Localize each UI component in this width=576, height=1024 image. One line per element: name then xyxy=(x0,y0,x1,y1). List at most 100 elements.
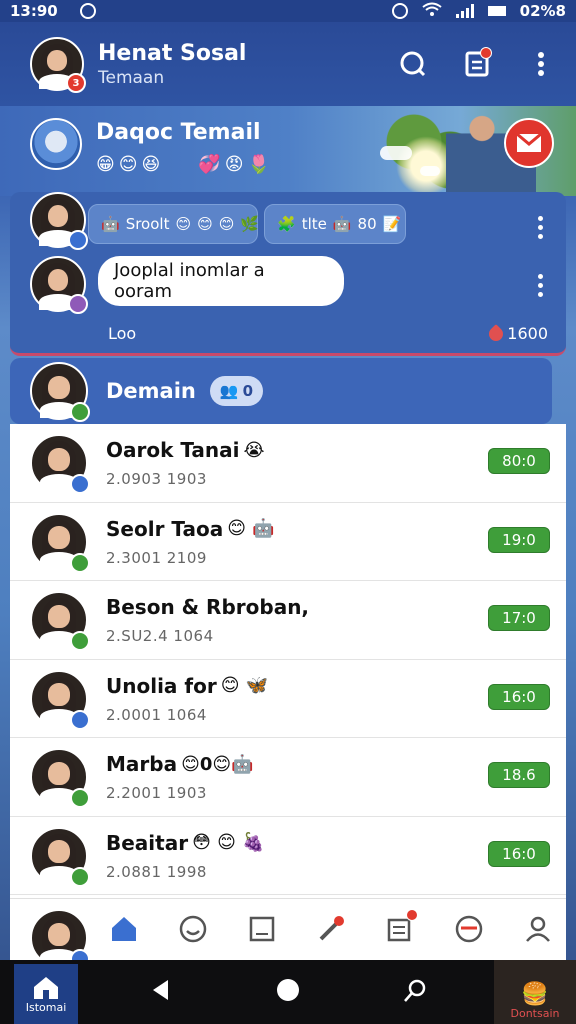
home-tab[interactable]: Istomai xyxy=(14,964,78,1024)
emoji: 😡 xyxy=(224,154,244,175)
chip-label: tlte xyxy=(301,215,327,233)
contact-name-text: Beson & Rbroban, xyxy=(106,595,310,619)
list-item[interactable]: Unolia for 😊 🦋 2.0001 1064 16:0 xyxy=(10,660,566,738)
app-title: Henat Sosal xyxy=(98,40,247,66)
inbox-button[interactable] xyxy=(460,47,494,81)
emoji: 💞 xyxy=(198,154,221,175)
avatar[interactable] xyxy=(30,256,88,314)
contact-meta: 2.SU2.4 1064 xyxy=(106,627,214,645)
emoji: 😊 xyxy=(218,215,235,233)
reaction-chip[interactable]: 🤖 Sroolt 😊 😊 😊 🌿 xyxy=(88,204,260,244)
app-header: 3 Henat Sosal Temaan xyxy=(0,22,576,106)
status-badge xyxy=(70,709,90,730)
avatar[interactable]: 3 xyxy=(30,37,86,93)
time-badge: 18.6 xyxy=(488,762,550,788)
reaction-chip[interactable]: 🧩 tlte 🤖 80 📝 xyxy=(264,204,406,244)
status-badge xyxy=(70,402,90,422)
nav-pen[interactable] xyxy=(313,911,349,947)
group-avatar[interactable] xyxy=(30,118,82,170)
home-button[interactable] xyxy=(276,978,300,1006)
list-item[interactable]: Oarok Tanai 😭 2.0903 1903 80:0 xyxy=(10,424,566,503)
circle-icon xyxy=(277,979,299,1001)
avatar[interactable] xyxy=(30,591,90,651)
more-menu-button[interactable] xyxy=(524,47,558,81)
avatar[interactable] xyxy=(30,669,90,730)
robot-icon: 🤖 xyxy=(101,215,120,233)
battery-level: 02%8 xyxy=(519,2,566,20)
notification-badge: 3 xyxy=(66,73,86,93)
contact-name-text: Marba xyxy=(106,752,178,776)
time-label: 1600 xyxy=(507,324,548,343)
mail-button[interactable] xyxy=(504,118,554,168)
members-pill[interactable]: 👥 0 xyxy=(209,376,264,406)
status-badge xyxy=(70,474,90,494)
message-options-button[interactable] xyxy=(538,216,544,239)
group-title: Demain xyxy=(106,379,196,403)
home-tab-label: Istomai xyxy=(25,1000,67,1014)
nav-messages[interactable] xyxy=(382,909,418,947)
emoji: 😆 xyxy=(141,154,161,175)
nav-profile[interactable] xyxy=(520,911,556,947)
avatar[interactable] xyxy=(30,909,90,969)
nav-emoji[interactable] xyxy=(175,911,211,947)
profile-icon xyxy=(526,916,550,942)
contact-name-text: Beaitar xyxy=(106,830,189,855)
search-button[interactable] xyxy=(402,978,428,1008)
time-badge: 80:0 xyxy=(488,448,550,474)
group-header[interactable]: Demain 👥 0 xyxy=(10,358,552,424)
smile-icon xyxy=(179,915,207,943)
kebab-icon xyxy=(538,52,544,76)
nav-notes[interactable] xyxy=(244,911,280,947)
battery-icon xyxy=(487,6,506,16)
contact-emoji: 😳 😊 🍇 xyxy=(192,832,265,853)
home-icon xyxy=(112,917,136,941)
avatar[interactable] xyxy=(30,192,88,250)
unread-dot xyxy=(406,909,418,921)
message-bubble[interactable]: Jooplal inomlar a ooram xyxy=(98,256,344,306)
list-item[interactable]: Marba 😊0😊🤖 2.2001 1903 18.6 xyxy=(10,738,566,817)
story-banner: Daqoc Temail 😁 😊 😆 💞 😡 🌷 xyxy=(0,106,576,196)
pen-icon xyxy=(319,916,344,941)
contact-emoji: 😊 🤖 xyxy=(227,518,275,539)
avatar[interactable] xyxy=(30,362,90,422)
contact-name-text: Unolia for xyxy=(106,673,217,698)
dontsain-tab[interactable]: 🍔 Dontsain xyxy=(494,960,576,1024)
contact-list: Oarok Tanai 😭 2.0903 1903 80:0 Seolr Taoa 😊 🤖… xyxy=(10,424,566,898)
emoji: 🤖 xyxy=(332,215,352,233)
search-button[interactable] xyxy=(396,47,430,81)
avatar[interactable] xyxy=(30,434,90,494)
back-button[interactable] xyxy=(150,978,170,1006)
contact-meta: 2.0903 1903 xyxy=(106,470,207,488)
message-options-button[interactable] xyxy=(538,274,544,297)
list-item[interactable]: Beson & Rbroban, 2.SU2.4 1064 17:0 xyxy=(10,581,566,660)
search-icon xyxy=(404,979,426,1002)
emoji: 🌷 xyxy=(247,154,270,175)
contact-emoji: 😊 🦋 xyxy=(220,675,269,696)
system-nav-bar: Istomai 🍔 Dontsain xyxy=(0,960,576,1024)
tablet-icon xyxy=(249,916,275,942)
contact-name: Beaitar 😳 😊 🍇 xyxy=(106,831,265,855)
time-badge: 17:0 xyxy=(488,605,550,631)
emoji: 😊 xyxy=(175,215,192,233)
wifi-icon xyxy=(422,2,442,20)
contact-name: Beson & Rbroban, xyxy=(106,595,313,619)
contact-meta: 2.3001 2109 xyxy=(106,548,207,567)
emoji: 🌿 xyxy=(240,215,260,233)
nav-mask[interactable] xyxy=(451,911,487,947)
home-icon xyxy=(34,976,58,999)
list-item[interactable]: Seolr Taoa 😊 🤖 2.3001 2109 19:0 xyxy=(10,503,566,581)
nav-home[interactable] xyxy=(106,911,142,947)
emoji: 😊 xyxy=(197,215,213,233)
sync-icon xyxy=(79,3,96,19)
contact-emoji: 😭 xyxy=(243,439,265,461)
avatar[interactable] xyxy=(30,826,90,887)
alarm-icon xyxy=(391,3,408,19)
list-item[interactable]: Beaitar 😳 😊 🍇 2.0881 1998 16:0 xyxy=(10,817,566,895)
time-badge: 19:0 xyxy=(488,526,550,553)
back-icon xyxy=(153,980,168,1000)
avatar[interactable] xyxy=(30,748,90,808)
avatar[interactable] xyxy=(30,512,90,573)
bottom-nav xyxy=(10,898,566,969)
status-badge xyxy=(70,631,90,651)
contact-name: Oarok Tanai 😭 xyxy=(106,438,265,462)
